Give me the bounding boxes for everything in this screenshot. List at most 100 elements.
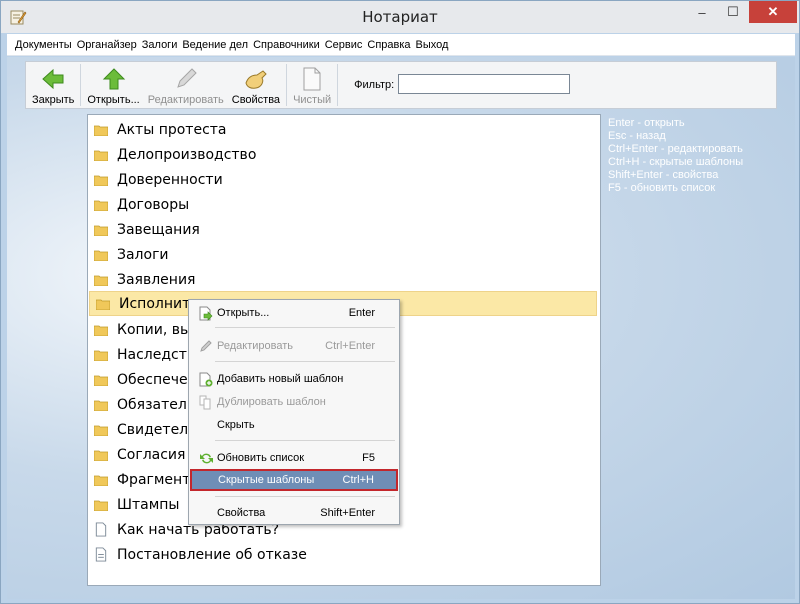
- folder-icon: [94, 350, 108, 361]
- menu-separator: [215, 327, 395, 328]
- toolbar: Закрыть Открыть... Редактировать Свойств…: [25, 61, 777, 109]
- folder-icon: [94, 425, 108, 436]
- clean-button[interactable]: Чистый: [289, 62, 335, 108]
- open-button[interactable]: Открыть...: [83, 62, 143, 108]
- ctx-refresh-label: Обновить список: [217, 452, 305, 464]
- menu-exit[interactable]: Выход: [416, 39, 449, 51]
- toolbar-separator: [337, 64, 339, 106]
- add-doc-icon: [198, 371, 214, 387]
- folder-icon: [94, 200, 108, 211]
- context-menu: Открыть... Enter Редактировать Ctrl+Ente…: [188, 299, 400, 525]
- list-item[interactable]: Заявления: [88, 267, 600, 292]
- ctx-hide-item[interactable]: Скрыть: [191, 414, 397, 436]
- ctx-open-label: Открыть...: [217, 307, 270, 319]
- menu-service[interactable]: Сервис: [325, 39, 363, 51]
- clean-button-label: Чистый: [293, 94, 332, 106]
- hint-line: Esc - назад: [608, 130, 666, 142]
- ctx-duplicate-item[interactable]: Дублировать шаблон: [191, 391, 397, 413]
- ctx-refresh-item[interactable]: Обновить список F5: [191, 447, 397, 469]
- menu-pledges[interactable]: Залоги: [142, 39, 178, 51]
- hint-line: Ctrl+H - скрытые шаблоны: [608, 156, 744, 168]
- list-item-label: Завещания: [117, 221, 200, 238]
- list-item[interactable]: Доверенности: [88, 167, 600, 192]
- ctx-edit-shortcut: Ctrl+Enter: [325, 340, 375, 352]
- list-item-label: Постановление об отказе: [117, 546, 307, 563]
- ctx-properties-shortcut: Shift+Enter: [320, 507, 375, 519]
- arrow-up-icon: [101, 67, 127, 91]
- ctx-hidden-templates-shortcut: Ctrl+H: [342, 474, 374, 486]
- keyboard-hints: Enter - открыть Esc - назад Ctrl+Enter -…: [608, 117, 743, 195]
- menu-cases[interactable]: Ведение дел: [182, 39, 248, 51]
- folder-icon: [94, 475, 108, 486]
- folder-icon: [94, 275, 108, 286]
- document-text-icon: [95, 547, 107, 562]
- list-item[interactable]: Завещания: [88, 217, 600, 242]
- hidden-templates-icon: [199, 472, 215, 488]
- list-item[interactable]: Акты протеста: [88, 117, 600, 142]
- ctx-refresh-shortcut: F5: [362, 452, 375, 464]
- folder-icon: [94, 125, 108, 136]
- ctx-edit-label: Редактировать: [217, 340, 293, 352]
- title-bar: Нотариат – ☐ ✕: [1, 1, 799, 33]
- list-item[interactable]: Залоги: [88, 242, 600, 267]
- ctx-add-template-label: Добавить новый шаблон: [217, 373, 344, 385]
- ctx-edit-item[interactable]: Редактировать Ctrl+Enter: [191, 335, 397, 357]
- hint-line: Enter - открыть: [608, 117, 685, 129]
- ctx-add-template-item[interactable]: Добавить новый шаблон: [191, 368, 397, 390]
- folder-icon: [94, 150, 108, 161]
- menu-references[interactable]: Справочники: [253, 39, 320, 51]
- toolbar-separator: [286, 64, 288, 106]
- list-item-label: Заявления: [117, 271, 196, 288]
- edit-button-label: Редактировать: [147, 94, 224, 106]
- folder-icon: [94, 400, 108, 411]
- ctx-open-item[interactable]: Открыть... Enter: [191, 302, 397, 324]
- properties-icon: [198, 505, 214, 521]
- refresh-icon: [198, 450, 214, 466]
- edit-button[interactable]: Редактировать: [144, 62, 228, 108]
- ctx-hidden-templates-item[interactable]: Скрытые шаблоны Ctrl+H: [190, 469, 398, 491]
- hint-line: Ctrl+Enter - редактировать: [608, 143, 743, 155]
- close-window-button[interactable]: ✕: [749, 1, 797, 23]
- list-item-label: Обязатель: [117, 396, 196, 413]
- folder-icon: [94, 175, 108, 186]
- menu-separator: [215, 440, 395, 441]
- folder-icon: [94, 500, 108, 511]
- list-item[interactable]: Постановление об отказе: [88, 542, 600, 567]
- menu-help[interactable]: Справка: [367, 39, 410, 51]
- menu-organizer[interactable]: Органайзер: [77, 39, 137, 51]
- arrow-left-icon: [40, 67, 66, 91]
- list-item-label: Доверенности: [117, 171, 223, 188]
- list-item[interactable]: Делопроизводство: [88, 142, 600, 167]
- maximize-button[interactable]: ☐: [719, 1, 747, 23]
- list-item-label: Наследств: [117, 346, 196, 363]
- window-title: Нотариат: [362, 8, 438, 26]
- menu-documents[interactable]: Документы: [15, 39, 72, 51]
- folder-icon: [94, 250, 108, 261]
- blank-page-icon: [299, 67, 325, 91]
- list-item-label: Акты протеста: [117, 121, 227, 138]
- hand-icon: [243, 67, 269, 91]
- list-item[interactable]: Договоры: [88, 192, 600, 217]
- list-item-label: Штампы: [117, 496, 180, 513]
- menu-separator: [215, 496, 395, 497]
- folder-icon: [94, 225, 108, 236]
- close-button[interactable]: Закрыть: [28, 62, 78, 108]
- ctx-hidden-templates-label: Скрытые шаблоны: [218, 474, 315, 486]
- list-item-label: Договоры: [117, 196, 190, 213]
- properties-button[interactable]: Свойства: [228, 62, 284, 108]
- toolbar-separator: [80, 64, 82, 106]
- filter-label: Фильтр:: [354, 79, 395, 91]
- filter-input[interactable]: [398, 74, 571, 94]
- ctx-properties-item[interactable]: Свойства Shift+Enter: [191, 502, 397, 524]
- ctx-open-shortcut: Enter: [348, 307, 375, 319]
- properties-button-label: Свойства: [231, 94, 281, 106]
- open-button-label: Открыть...: [87, 94, 140, 106]
- hide-icon: [198, 417, 214, 433]
- pencil-icon: [173, 67, 199, 91]
- close-button-label: Закрыть: [32, 94, 75, 106]
- ctx-duplicate-label: Дублировать шаблон: [217, 396, 326, 408]
- minimize-button[interactable]: –: [688, 1, 716, 23]
- hint-line: F5 - обновить список: [608, 182, 716, 194]
- hint-line: Shift+Enter - свойства: [608, 169, 719, 181]
- menu-bar: Документы Органайзер Залоги Ведение дел …: [7, 34, 795, 56]
